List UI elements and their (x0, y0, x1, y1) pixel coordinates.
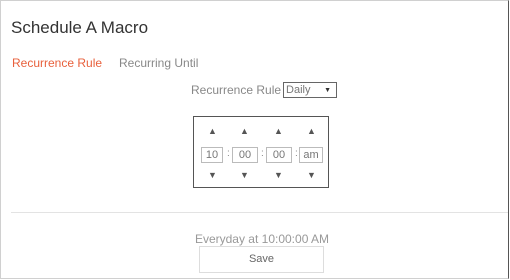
minute-decrement-icon[interactable]: ▼ (240, 171, 249, 180)
hour-decrement-icon[interactable]: ▼ (208, 171, 217, 180)
time-picker: ▲ ▲ ▲ ▲ 10 : 00 : 00 : am ▼ ▼ ▼ ▼ (193, 116, 329, 188)
meridiem-field[interactable]: am (299, 147, 323, 163)
recurrence-rule-label: Recurrence Rule (191, 83, 282, 97)
time-separator: : (227, 148, 230, 159)
recurrence-rule-select[interactable]: Daily ▼ (283, 82, 338, 98)
second-increment-icon[interactable]: ▲ (274, 127, 283, 136)
second-field[interactable]: 00 (266, 147, 292, 163)
hour-field[interactable]: 10 (201, 147, 223, 163)
chevron-down-icon: ▼ (324, 86, 332, 94)
recurrence-rule-value: Daily (286, 84, 311, 96)
meridiem-decrement-icon[interactable]: ▼ (307, 171, 316, 180)
tab-recurring-until[interactable]: Recurring Until (119, 56, 198, 70)
time-separator: : (295, 148, 298, 159)
dialog-title: Schedule A Macro (11, 18, 149, 37)
schedule-summary: Everyday at 10:00:00 AM (194, 232, 330, 246)
minute-field[interactable]: 00 (232, 147, 258, 163)
minute-increment-icon[interactable]: ▲ (240, 127, 249, 136)
hour-increment-icon[interactable]: ▲ (208, 127, 217, 136)
second-decrement-icon[interactable]: ▼ (274, 171, 283, 180)
tab-recurrence-rule[interactable]: Recurrence Rule (12, 56, 102, 70)
meridiem-increment-icon[interactable]: ▲ (307, 127, 316, 136)
divider (11, 212, 508, 213)
save-button[interactable]: Save (199, 246, 324, 273)
time-separator: : (261, 148, 264, 159)
recurrence-rule-row: Recurrence Rule Daily ▼ (191, 82, 338, 98)
